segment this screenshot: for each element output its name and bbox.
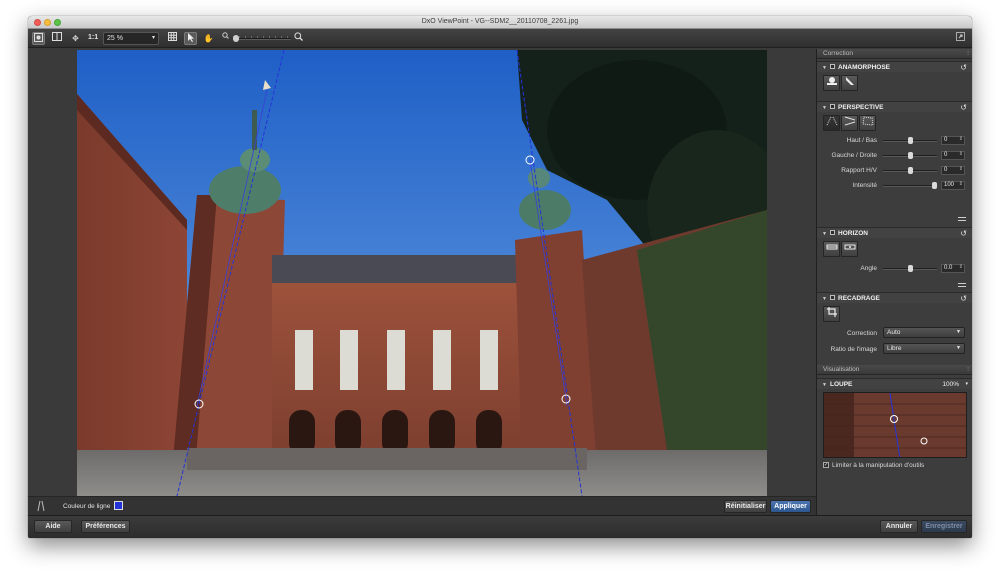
collapse-icon[interactable] (958, 217, 966, 221)
limit-loupe-checkbox[interactable]: ✓ (823, 462, 829, 468)
grip-icon: ⁝ (967, 51, 969, 57)
line-color-swatch[interactable] (114, 501, 123, 510)
chevron-down-icon: ▾ (151, 35, 155, 41)
perspective-row-value[interactable]: 0 ⇕ (941, 151, 965, 160)
anamorphose-toggle[interactable] (830, 64, 835, 69)
actual-size-button[interactable]: 1:1 (88, 34, 98, 41)
title-bar: DxO ViewPoint - VG--SDM2__20110708_2261.… (28, 16, 972, 29)
slider-knob[interactable] (908, 167, 913, 174)
perspective-row-slider[interactable] (883, 137, 937, 144)
slider-knob[interactable] (908, 152, 913, 159)
slider-knob[interactable] (908, 265, 913, 272)
grip-icon: ⁝ (967, 367, 969, 373)
preferences-button[interactable]: Préférences (81, 520, 130, 533)
slider-knob[interactable] (932, 182, 937, 189)
chevron-down-icon[interactable]: ▾ (965, 379, 968, 390)
aspect-ratio-label: Ratio de l'image (830, 346, 877, 353)
recadrage-header[interactable]: ▼ RECADRAGE ↺ (817, 292, 972, 303)
image-canvas[interactable] (28, 49, 816, 496)
zoom-level-select[interactable]: 25 % ▾ (103, 32, 159, 45)
zoom-level-value: 25 % (107, 35, 123, 42)
limit-loupe-label: Limiter à la manipulation d'outils (832, 462, 925, 469)
angle-slider[interactable] (883, 265, 937, 272)
reset-icon[interactable]: ↺ (960, 228, 967, 239)
horizon-header[interactable]: ▼ HORIZON ↺ (817, 227, 972, 238)
loupe-preview (823, 392, 967, 458)
app-window: DxO ViewPoint - VG--SDM2__20110708_2261.… (28, 16, 972, 538)
reset-icon[interactable]: ↺ (960, 102, 967, 113)
single-view-icon[interactable] (32, 32, 45, 45)
crop-correction-select[interactable]: Auto ▼ (883, 327, 965, 338)
perspective-row-slider[interactable] (883, 182, 937, 189)
perspective-row-slider[interactable] (883, 152, 937, 159)
anamorphose-diagonal-icon[interactable] (841, 75, 858, 91)
apply-button[interactable]: Appliquer (770, 500, 811, 513)
cancel-button[interactable]: Annuler (880, 520, 918, 533)
perspective-row-slider[interactable] (883, 167, 937, 174)
perspective-vertical-icon[interactable] (823, 115, 840, 131)
stepper-icon[interactable]: ⇕ (959, 181, 963, 188)
anamorphose-header[interactable]: ▼ ANAMORPHOSE ↺ (817, 61, 972, 72)
perspective-row-label: Gauche / Droite (831, 152, 877, 159)
stepper-icon[interactable]: ⇕ (959, 136, 963, 143)
stepper-icon[interactable]: ⇕ (959, 151, 963, 158)
horizon-level-icon[interactable] (823, 241, 840, 257)
reset-icon[interactable]: ↺ (960, 293, 967, 304)
stepper-icon[interactable]: ⇕ (959, 166, 963, 173)
zoom-in-icon[interactable] (292, 32, 305, 45)
perspective-row-value[interactable]: 0 ⇕ (941, 136, 965, 145)
perspective-row-value[interactable]: 0 ⇕ (941, 166, 965, 175)
perspective-row-label: Haut / Bas (846, 137, 877, 144)
expand-triangle-icon: ▼ (822, 65, 827, 71)
perspective-header[interactable]: ▼ PERSPECTIVE ↺ (817, 101, 972, 112)
grid-icon[interactable] (166, 32, 179, 45)
horizon-auto-icon[interactable] (841, 241, 858, 257)
zoom-out-icon[interactable] (219, 32, 232, 45)
bottom-bar: Aide Préférences Annuler Enregistrer (28, 515, 972, 538)
aspect-ratio-select[interactable]: Libre ▼ (883, 343, 965, 354)
zoom-slider[interactable] (233, 35, 291, 42)
perspective-lines-icon[interactable] (34, 500, 48, 512)
perspective-row-label: Intensité (852, 182, 877, 189)
stepper-icon[interactable]: ⇕ (959, 264, 963, 271)
slider-knob[interactable] (908, 137, 913, 144)
compare-view-icon[interactable] (50, 32, 63, 45)
chevron-down-icon: ▼ (956, 345, 961, 351)
loupe-header[interactable]: ▼ LOUPE 100% ▾ (817, 378, 972, 389)
recadrage-toggle[interactable] (830, 295, 835, 300)
crop-icon[interactable] (823, 306, 840, 322)
zoom-slider-knob[interactable] (233, 35, 239, 42)
help-button[interactable]: Aide (34, 520, 72, 533)
fullscreen-icon[interactable] (954, 32, 967, 45)
perspective-horizontal-icon[interactable] (841, 115, 858, 131)
correction-panel: Correction ⁝ ▼ ANAMORPHOSE ↺ ▼ PERSPECTIVE… (816, 49, 972, 515)
visualisation-section-header[interactable]: Visualisation ⁝ (817, 365, 972, 375)
perspective-rectangle-icon[interactable] (859, 115, 876, 131)
anamorphose-horizontal-icon[interactable] (823, 75, 840, 91)
loupe-zoom[interactable]: 100% (942, 379, 959, 390)
angle-value-field[interactable]: 0.0 ⇕ (941, 264, 965, 273)
chevron-down-icon: ▼ (956, 329, 961, 335)
image-footer: Couleur de ligne Réinitialiser Appliquer (28, 496, 816, 515)
save-button[interactable]: Enregistrer (921, 520, 967, 533)
reset-button[interactable]: Réinitialiser (724, 500, 767, 513)
photo-preview[interactable] (77, 50, 767, 496)
fit-screen-icon[interactable]: ✥ (69, 32, 82, 45)
pointer-icon[interactable] (184, 32, 197, 45)
crop-correction-label: Correction (847, 330, 877, 337)
perspective-row-value[interactable]: 100 ⇕ (941, 181, 965, 190)
perspective-row-label: Rapport H/V (841, 167, 877, 174)
horizon-toggle[interactable] (830, 230, 835, 235)
window-title: DxO ViewPoint - VG--SDM2__20110708_2261.… (421, 18, 579, 25)
collapse-icon[interactable] (958, 283, 966, 287)
reset-icon[interactable]: ↺ (960, 62, 967, 73)
hand-icon[interactable]: ✋ (202, 32, 215, 45)
line-color-label: Couleur de ligne (63, 503, 111, 510)
perspective-toggle[interactable] (830, 104, 835, 109)
angle-label: Angle (860, 265, 877, 272)
correction-section-header[interactable]: Correction ⁝ (817, 49, 972, 59)
toolbar: ✥ 1:1 25 % ▾ ✋ (28, 29, 972, 48)
